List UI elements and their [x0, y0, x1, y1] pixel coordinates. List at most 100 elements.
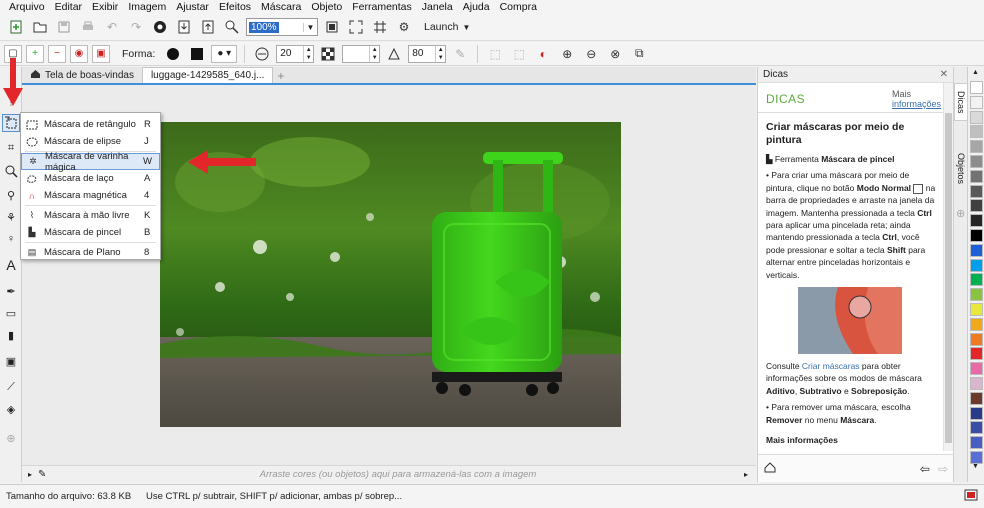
import-icon[interactable]: [174, 17, 194, 37]
flyout-item-lasso-mask[interactable]: Máscara de laço A: [21, 170, 160, 187]
fill-tool-icon[interactable]: ◈: [2, 400, 20, 418]
palette-arrow-down-icon[interactable]: ▼: [972, 463, 979, 470]
flyout-item-magnetic-mask[interactable]: ∩ Máscara magnética 4: [21, 187, 160, 204]
mask-marquee-icon[interactable]: ⬚: [485, 44, 505, 64]
mask-xor-icon[interactable]: ▣: [92, 44, 110, 63]
more-info-link[interactable]: Mais informações: [892, 89, 941, 109]
flyout-item-brush-mask[interactable]: ▙ Máscara de pincel B: [21, 224, 160, 241]
eyedropper-icon[interactable]: ✎: [38, 469, 52, 480]
menu-efeitos[interactable]: Efeitos: [214, 1, 256, 13]
flyout-item-planar-mask[interactable]: ▤ Máscara de Plano 8: [21, 244, 160, 261]
touch-up-tool-icon[interactable]: ♀: [2, 230, 20, 248]
color-swatch[interactable]: [970, 184, 983, 198]
color-swatch[interactable]: [970, 406, 983, 420]
color-swatch[interactable]: [970, 243, 983, 257]
menu-compra[interactable]: Compra: [495, 1, 542, 13]
status-color-icon[interactable]: [964, 489, 978, 504]
play-icon[interactable]: ▸: [22, 470, 38, 479]
color-swatch[interactable]: [970, 377, 983, 390]
export-icon[interactable]: [198, 17, 218, 37]
color-swatch[interactable]: [970, 391, 983, 405]
tab-document[interactable]: luggage-1429585_640.j...: [141, 67, 274, 83]
zoom-level-select[interactable]: 100% ▼: [246, 18, 318, 36]
menu-exibir[interactable]: Exibir: [87, 1, 123, 13]
flyout-item-ellipse-mask[interactable]: Máscara de elipse J: [21, 133, 160, 150]
back-arrow-icon[interactable]: ⇦: [920, 462, 930, 476]
launch-menu[interactable]: Launch ▼: [424, 21, 470, 33]
menu-imagem[interactable]: Imagem: [123, 1, 171, 13]
fit-page-icon[interactable]: [322, 17, 342, 37]
zoom-toggle-icon[interactable]: [222, 17, 242, 37]
mask-intersect-icon[interactable]: ⊗: [605, 44, 625, 64]
redo-icon[interactable]: ↷: [126, 17, 146, 37]
flyout-item-freehand-mask[interactable]: ⌇ Máscara à mão livre K: [21, 207, 160, 224]
side-tab-dicas[interactable]: Dicas: [954, 83, 968, 121]
crop-tool-icon[interactable]: ⌗: [2, 139, 20, 157]
grid-icon[interactable]: [370, 17, 390, 37]
mask-tool-icon[interactable]: [2, 114, 20, 132]
color-swatch[interactable]: [970, 125, 983, 139]
menu-objeto[interactable]: Objeto: [306, 1, 347, 13]
color-swatch[interactable]: [970, 81, 983, 94]
tab-welcome[interactable]: Tela de boas-vindas: [22, 67, 142, 83]
palette-arrow-up-icon[interactable]: ▲: [972, 69, 979, 76]
flyout-item-rectangle-mask[interactable]: Máscara de retângulo R: [21, 116, 160, 133]
brush-shape-dropdown[interactable]: ● ▾: [211, 44, 238, 63]
nib-size-field[interactable]: 20 ▲ ▼: [276, 44, 315, 63]
print-icon[interactable]: [78, 17, 98, 37]
clone-tool-icon[interactable]: ⚘: [2, 208, 20, 226]
menu-ajuda[interactable]: Ajuda: [458, 1, 495, 13]
flyout-item-magic-wand-mask[interactable]: ✲ Máscara de varinha mágica W: [21, 151, 160, 173]
color-swatch[interactable]: [970, 362, 983, 376]
paint-tool-icon[interactable]: ✒: [2, 282, 20, 300]
add-docker-icon[interactable]: ⊕: [956, 207, 965, 220]
eraser-tool-icon[interactable]: ▮: [2, 326, 20, 344]
add-tool-icon[interactable]: ⊕: [2, 429, 20, 447]
color-swatch[interactable]: [970, 155, 983, 168]
spinner-arrows-icon[interactable]: ▲ ▼: [303, 45, 313, 62]
color-swatch[interactable]: [970, 347, 983, 361]
forward-arrow-icon[interactable]: ⇨: [938, 462, 948, 476]
brush-shape-round-icon[interactable]: [163, 44, 183, 64]
save-icon[interactable]: [54, 17, 74, 37]
full-screen-icon[interactable]: [346, 17, 366, 37]
menu-janela[interactable]: Janela: [417, 1, 458, 13]
color-swatch[interactable]: [970, 199, 983, 213]
color-swatch[interactable]: [970, 317, 983, 331]
color-swatch[interactable]: [970, 303, 983, 316]
rectangle-tool-icon[interactable]: ▭: [2, 304, 20, 322]
mask-overlay-icon[interactable]: ⬚: [509, 44, 529, 64]
undo-icon[interactable]: ↶: [102, 17, 122, 37]
color-swatch[interactable]: [970, 140, 983, 154]
criar-mascaras-link[interactable]: Criar máscaras: [802, 361, 860, 371]
options-gear-icon[interactable]: ⚙: [394, 17, 414, 37]
mask-additive-icon[interactable]: +: [26, 44, 44, 63]
text-tool-icon[interactable]: A: [2, 256, 20, 274]
object-tool-icon[interactable]: ▣: [2, 352, 20, 370]
color-swatch[interactable]: [970, 169, 983, 183]
mask-subtract-icon[interactable]: ⊖: [581, 44, 601, 64]
transparency-field[interactable]: ▲ ▼: [342, 44, 381, 63]
color-swatch[interactable]: [970, 110, 983, 124]
effect-tool-icon[interactable]: ⟋: [2, 378, 20, 396]
corel-connect-icon[interactable]: [150, 17, 170, 37]
mask-add-icon[interactable]: ⊕: [557, 44, 577, 64]
zoom-tool-icon[interactable]: [2, 162, 20, 180]
pen-pressure-icon[interactable]: ✎: [450, 44, 470, 64]
spinner-arrows-icon[interactable]: ▲ ▼: [369, 45, 379, 62]
color-swatch[interactable]: [970, 214, 983, 228]
color-swatch[interactable]: [970, 258, 983, 272]
mask-overlap-icon[interactable]: ◉: [70, 44, 88, 63]
color-swatch[interactable]: [970, 288, 983, 302]
chevron-down-icon[interactable]: ▼: [303, 22, 317, 32]
close-icon[interactable]: ✕: [940, 69, 948, 80]
mask-combine-icon[interactable]: ⧉: [629, 44, 649, 64]
scrollbar-thumb[interactable]: [945, 113, 952, 443]
color-swatch[interactable]: [970, 229, 983, 242]
menu-arquivo[interactable]: Arquivo: [4, 1, 50, 13]
mask-invert-icon[interactable]: ◐: [533, 44, 553, 64]
eyedropper-tool-icon[interactable]: ⚲: [2, 186, 20, 204]
home-icon[interactable]: [764, 461, 776, 476]
menu-ferramentas[interactable]: Ferramentas: [347, 1, 417, 13]
color-swatch[interactable]: [970, 273, 983, 287]
